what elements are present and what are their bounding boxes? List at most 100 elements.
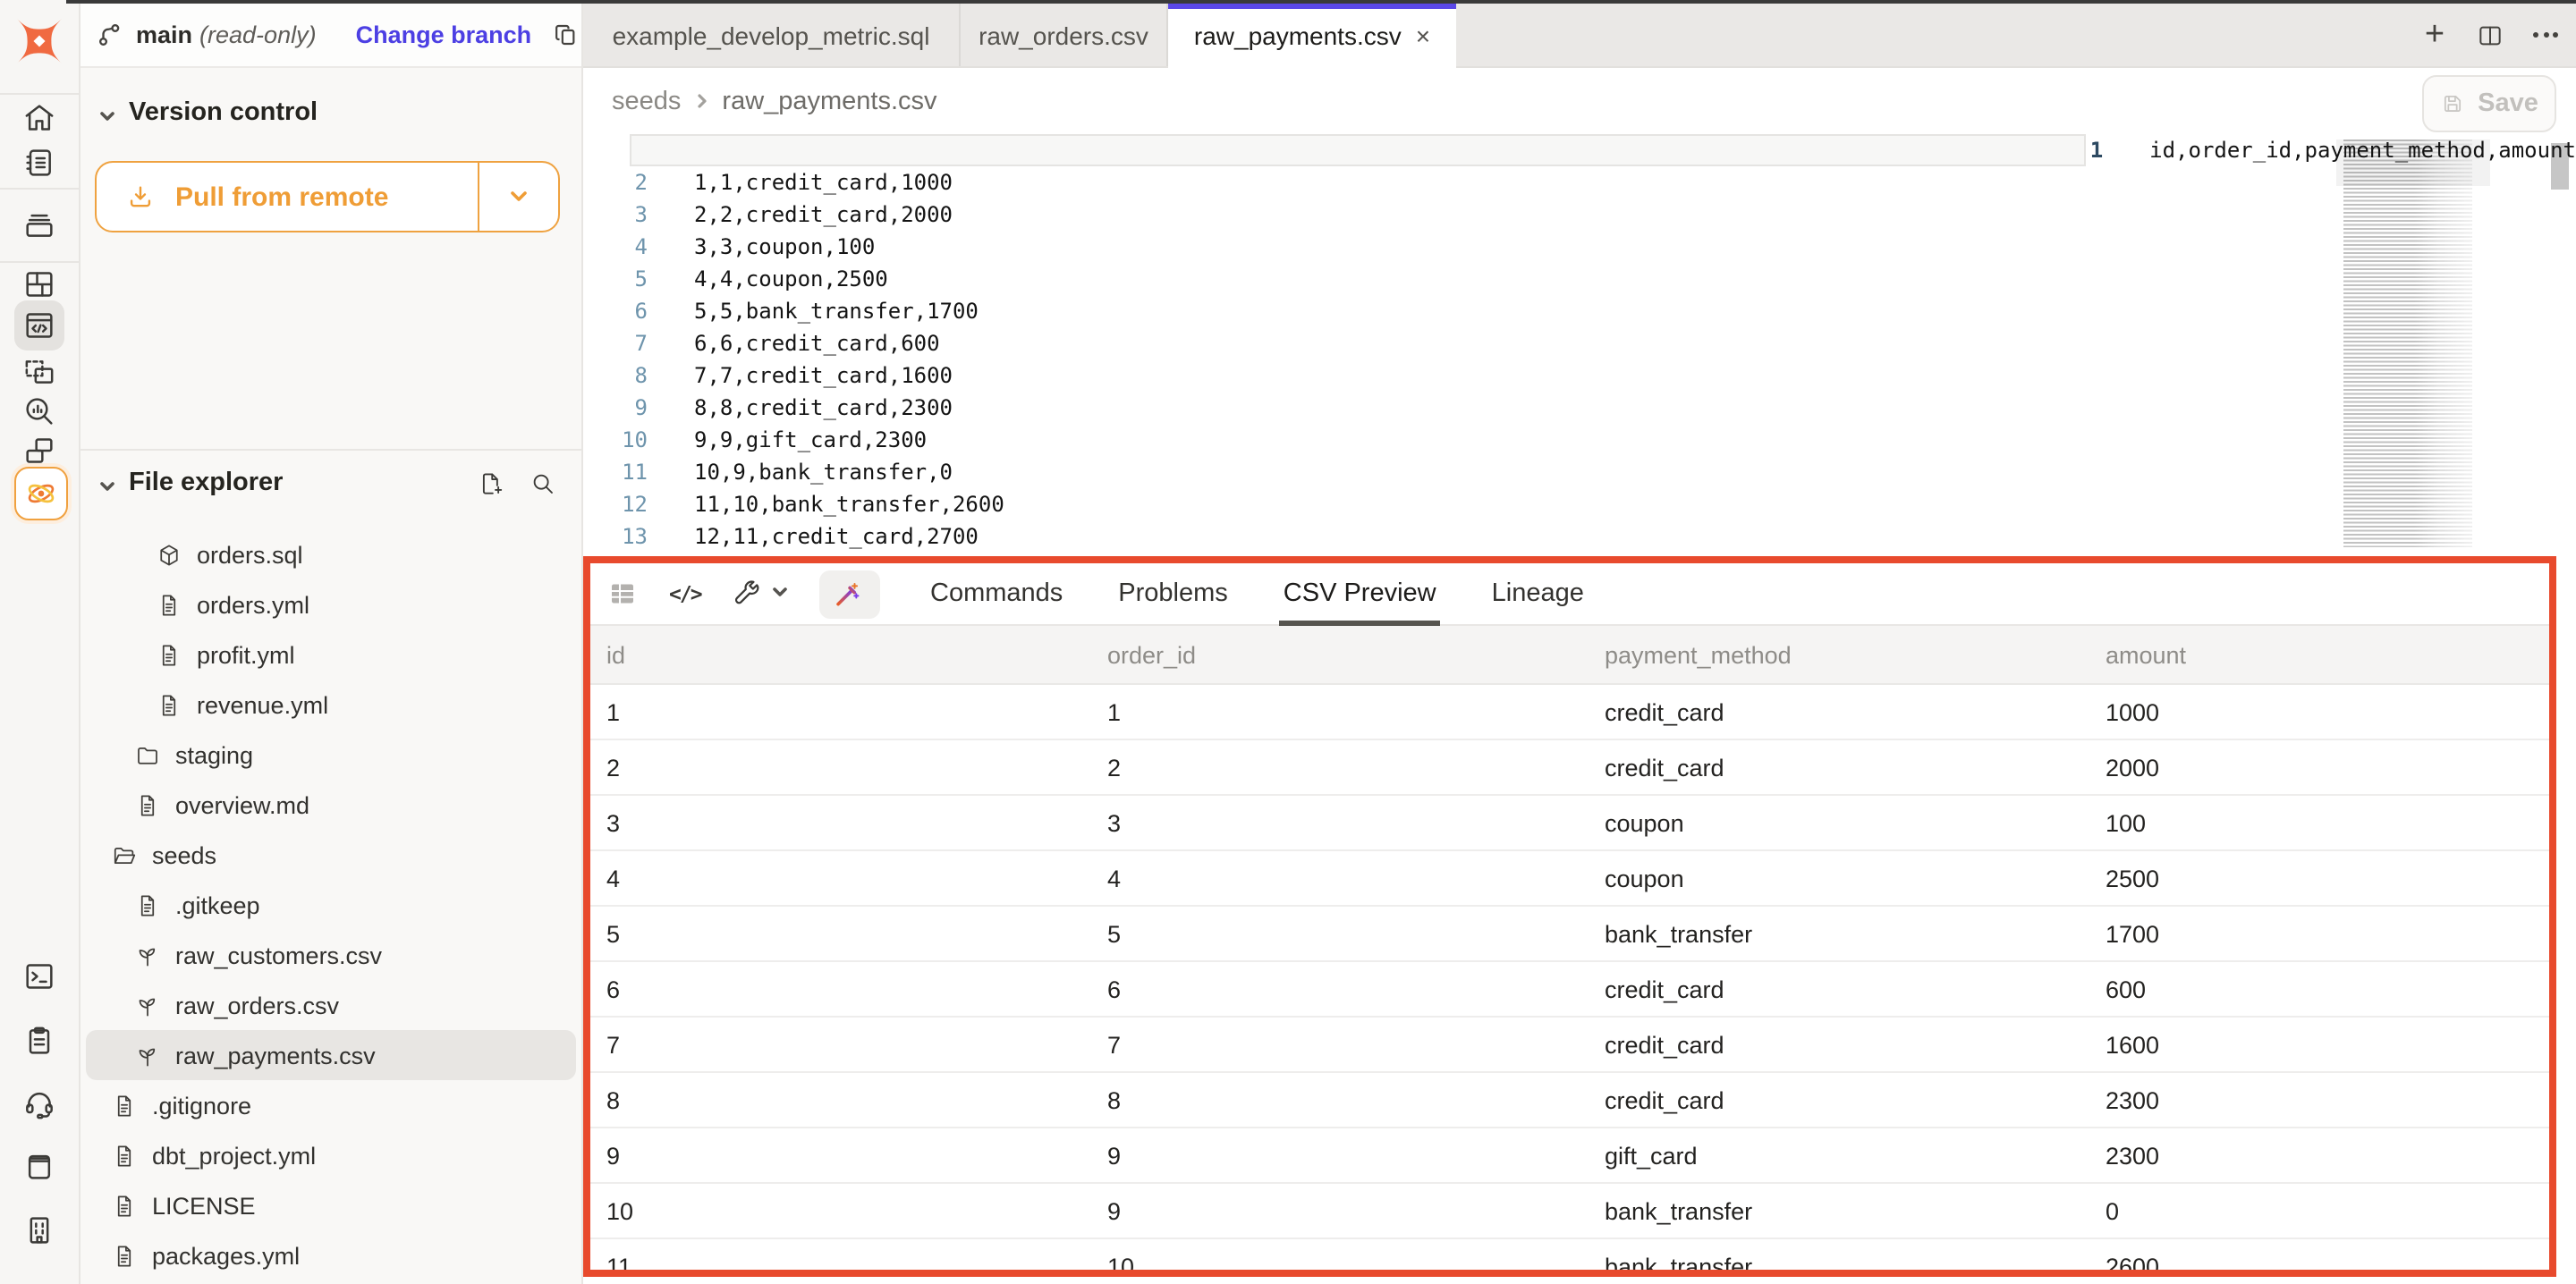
code-line-8[interactable]: 8 7,7,credit_card,1600: [583, 359, 2576, 392]
code-line-6[interactable]: 6 5,5,bank_transfer,1700: [583, 295, 2576, 327]
results-table-icon[interactable]: [606, 578, 639, 610]
file-name: raw_customers.csv: [175, 942, 382, 968]
editor-tab-example-develop-metric-sql[interactable]: example_develop_metric.sql: [583, 4, 961, 66]
pull-options-caret[interactable]: [478, 163, 558, 231]
editor-header: seeds raw_payments.csv Save: [583, 66, 2576, 134]
table-cell: 6: [1091, 976, 1589, 1002]
file-item-profit-yml[interactable]: profit.yml: [86, 629, 576, 680]
file-item-seeds[interactable]: seeds: [86, 830, 576, 880]
code-line-11[interactable]: 1110,9,bank_transfer,0: [583, 456, 2576, 488]
chevron-down-icon: [771, 578, 789, 610]
version-control-header[interactable]: Version control: [98, 98, 318, 127]
column-header-amount[interactable]: amount: [2089, 641, 2537, 668]
copy-icon[interactable]: [553, 21, 580, 48]
terminal-icon[interactable]: [14, 951, 64, 1001]
column-header-id[interactable]: id: [590, 641, 1091, 668]
file-list: orders.sqlorders.ymlprofit.ymlrevenue.ym…: [86, 529, 576, 1280]
docs-book-icon[interactable]: [14, 1141, 64, 1191]
file-item-dbt-project-yml[interactable]: dbt_project.yml: [86, 1130, 576, 1180]
table-cell: 7: [590, 1031, 1091, 1058]
panel-tab-commands[interactable]: Commands: [930, 563, 1063, 624]
code-editor-icon[interactable]: [14, 300, 64, 351]
editor-tab-raw-orders-csv[interactable]: raw_orders.csv: [961, 4, 1168, 66]
line-content: 7,7,credit_card,1600: [694, 363, 953, 388]
tab-label: raw_payments.csv: [1194, 21, 1402, 50]
file-item-gitignore[interactable]: .gitignore: [86, 1080, 576, 1130]
dbt-copilot-icon[interactable]: [14, 467, 68, 520]
code-line-9[interactable]: 98,8,credit_card,2300: [583, 392, 2576, 424]
code-line-10[interactable]: 109,9,gift_card,2300: [583, 424, 2576, 456]
split-editor-icon[interactable]: [2470, 15, 2510, 55]
breadcrumb-folder[interactable]: seeds: [612, 88, 681, 116]
file-explorer-header[interactable]: File explorer: [98, 469, 283, 497]
line-number: 8: [583, 363, 648, 388]
code-line-7[interactable]: 76,6,credit_card,600: [583, 327, 2576, 359]
file-item-orders-yml[interactable]: orders.yml: [86, 579, 576, 629]
notebook-icon[interactable]: [14, 138, 64, 188]
file-item-license[interactable]: LICENSE: [86, 1180, 576, 1230]
column-header-order_id[interactable]: order_id: [1091, 641, 1589, 668]
line-number: 6: [583, 299, 648, 324]
file-item-gitkeep[interactable]: .gitkeep: [86, 880, 576, 930]
code-line-12[interactable]: 1211,10,bank_transfer,2600: [583, 488, 2576, 520]
table-row-3: 33coupon100: [590, 796, 2549, 851]
close-tab-icon[interactable]: ×: [1416, 23, 1430, 48]
code-line-2[interactable]: 21,1,credit_card,1000: [583, 166, 2576, 199]
change-branch-link[interactable]: Change branch: [356, 21, 532, 48]
code-line-13[interactable]: 1312,11,credit_card,2700: [583, 520, 2576, 553]
file-icon: [111, 1092, 138, 1119]
line-content: 8,8,credit_card,2300: [694, 395, 953, 420]
table-cell: 5: [1091, 920, 1589, 947]
environments-icon[interactable]: [14, 200, 64, 250]
chevron-down-icon: [98, 474, 116, 492]
file-item-raw-orders-csv[interactable]: raw_orders.csv: [86, 980, 576, 1030]
code-editor[interactable]: 1id,order_id,payment_method,amount21,1,c…: [583, 134, 2576, 556]
save-floppy-icon: [2440, 91, 2465, 116]
file-item-staging[interactable]: staging: [86, 730, 576, 780]
clipboard-icon[interactable]: [14, 1016, 64, 1066]
line-content: 5,5,bank_transfer,1700: [694, 299, 979, 324]
compiled-code-icon[interactable]: </>: [669, 581, 701, 606]
panel-tab-label: Commands: [930, 579, 1063, 608]
support-headset-icon[interactable]: [14, 1078, 64, 1128]
code-line-5[interactable]: 54,4,coupon,2500: [583, 263, 2576, 295]
panel-tab-problems[interactable]: Problems: [1118, 563, 1228, 624]
pull-from-remote-button[interactable]: Pull from remote: [95, 161, 560, 232]
file-item-orders-sql[interactable]: orders.sql: [86, 529, 576, 579]
table-cell: 2600: [2089, 1253, 2537, 1270]
search-icon[interactable]: [530, 470, 556, 506]
version-control-title: Version control: [129, 98, 318, 127]
active-tab-indicator: [1168, 4, 1456, 9]
file-item-raw-customers-csv[interactable]: raw_customers.csv: [86, 930, 576, 980]
pull-from-remote-main[interactable]: Pull from remote: [97, 163, 478, 231]
organization-icon[interactable]: [14, 1205, 64, 1255]
panel-tab-lineage[interactable]: Lineage: [1492, 563, 1584, 624]
panel-tab-csv-preview[interactable]: CSV Preview: [1284, 563, 1436, 624]
more-options-icon[interactable]: [2526, 15, 2565, 55]
home-icon[interactable]: [14, 93, 64, 143]
line-content: 6,6,credit_card,600: [694, 331, 940, 356]
file-name: staging: [175, 741, 253, 768]
copilot-fix-button[interactable]: [819, 570, 880, 618]
editor-tab-raw-payments-csv[interactable]: raw_payments.csv ×: [1168, 4, 1456, 68]
save-button-label: Save: [2478, 89, 2538, 118]
new-tab-icon[interactable]: +: [2415, 15, 2454, 55]
code-line-3[interactable]: 32,2,credit_card,2000: [583, 199, 2576, 231]
file-item-overview-md[interactable]: overview.md: [86, 780, 576, 830]
new-file-icon[interactable]: [478, 470, 504, 506]
table-cell: 11: [590, 1253, 1091, 1270]
breadcrumb: seeds raw_payments.csv: [612, 88, 937, 116]
file-item-packages-yml[interactable]: packages.yml: [86, 1230, 576, 1280]
file-item-raw-payments-csv[interactable]: raw_payments.csv: [86, 1030, 576, 1080]
code-line-4[interactable]: 43,3,coupon,100: [583, 231, 2576, 263]
file-icon: [156, 691, 182, 718]
build-tools-icon[interactable]: [732, 578, 789, 610]
code-line-1[interactable]: 1id,order_id,payment_method,amount: [583, 134, 2576, 166]
breadcrumb-file[interactable]: raw_payments.csv: [722, 88, 936, 116]
table-cell: gift_card: [1589, 1142, 2089, 1169]
file-name: dbt_project.yml: [152, 1142, 316, 1169]
file-item-revenue-yml[interactable]: revenue.yml: [86, 680, 576, 730]
line-number: 12: [583, 492, 648, 517]
column-header-payment_method[interactable]: payment_method: [1589, 641, 2089, 668]
save-button[interactable]: Save: [2422, 75, 2556, 132]
